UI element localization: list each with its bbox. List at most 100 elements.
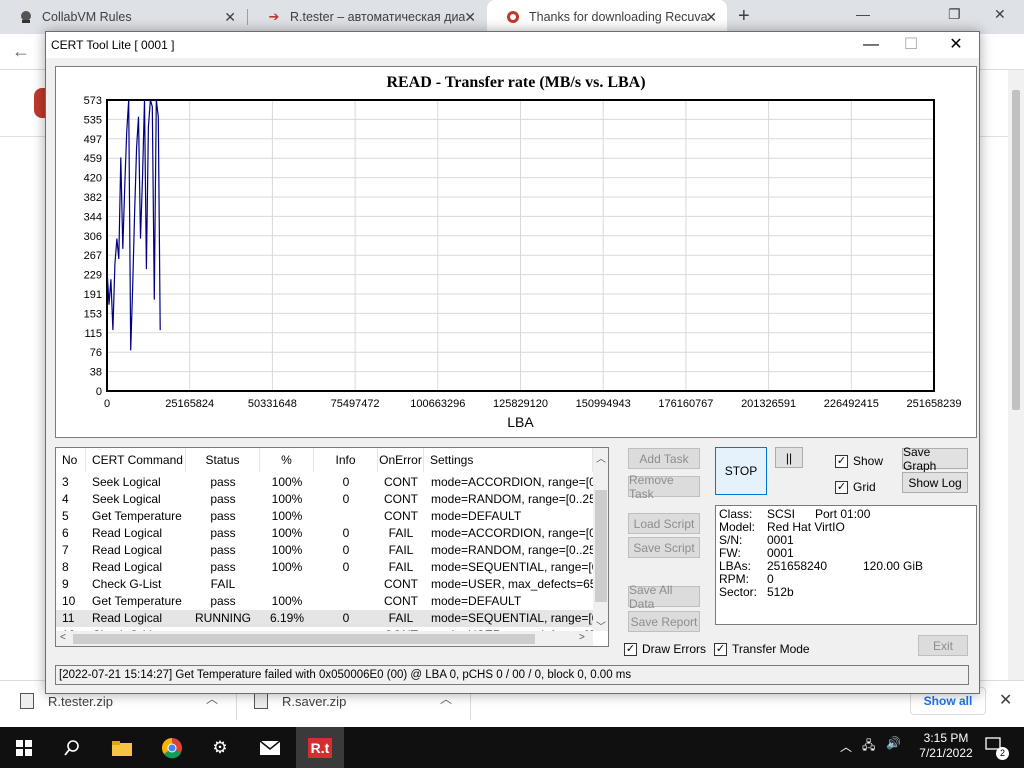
close-downloads-icon[interactable]: ✕ — [999, 690, 1012, 710]
table-horizontal-scrollbar[interactable]: < > — [56, 631, 593, 646]
col-header-percent[interactable]: % — [260, 448, 314, 472]
transfer-mode-label: Transfer Mode — [732, 642, 810, 656]
y-tick-label: 153 — [84, 308, 102, 320]
col-header-settings[interactable]: Settings — [424, 448, 593, 472]
cell-status: RUNNING — [195, 611, 251, 625]
cell-status: pass — [210, 509, 236, 523]
table-row[interactable]: 4 Seek Logical pass 100% 0 CONT mode=RANDOM, r… — [56, 491, 593, 508]
cell-status: pass — [210, 526, 236, 540]
col-header-onerror[interactable]: OnError — [378, 448, 424, 472]
clock[interactable]: 3:15 PM 7/21/2022 — [916, 731, 976, 761]
table-row[interactable]: 10 Get Temperature pass 100% CONT mode=DEFAUL… — [56, 593, 593, 610]
transfer-mode-checkbox[interactable]: ✓ Transfer Mode — [714, 642, 810, 656]
model-label: Model: — [719, 520, 756, 534]
checkbox-checked-icon[interactable]: ✓ — [835, 454, 848, 468]
restore-icon[interactable]: ❐ — [948, 6, 961, 23]
file-explorer-icon[interactable] — [98, 727, 146, 768]
table-row[interactable]: 9 Check G-List FAIL CONT mode=USER, max_defe… — [56, 576, 593, 593]
table-vertical-scrollbar[interactable]: ︿ ﹀ — [593, 448, 608, 633]
task-table[interactable]: No CERT Command Status % Info OnError Se… — [55, 447, 609, 647]
back-arrow-icon[interactable]: ← — [12, 41, 30, 62]
model-value: Red Hat VirtIO — [767, 520, 845, 534]
show-log-button[interactable]: Show Log — [902, 472, 968, 493]
scroll-up-icon[interactable]: ︿ — [596, 450, 606, 465]
col-header-no[interactable]: No — [56, 448, 86, 472]
chrome-icon[interactable] — [148, 727, 196, 768]
scroll-right-icon[interactable]: > — [579, 632, 585, 643]
new-tab-icon[interactable]: + — [738, 5, 750, 28]
remove-task-button[interactable]: Remove Task — [628, 473, 700, 501]
page-scrollbar[interactable] — [1008, 70, 1024, 680]
checkbox-checked-icon[interactable]: ✓ — [624, 642, 637, 656]
collabvm-icon — [18, 9, 34, 25]
close-tab-icon[interactable]: ✕ — [705, 9, 717, 26]
cell-info: 0 — [342, 543, 350, 557]
cell-pct: 100% — [271, 594, 303, 608]
save-graph-button[interactable]: Save Graph — [902, 445, 968, 473]
col-header-status[interactable]: Status — [186, 448, 260, 472]
download-filename: R.tester.zip — [48, 693, 114, 709]
close-tab-icon[interactable]: ✕ — [224, 9, 236, 26]
load-script-button[interactable]: Load Script — [628, 513, 700, 534]
scroll-down-icon[interactable]: ﹀ — [596, 618, 606, 633]
y-tick-label: 115 — [84, 328, 102, 340]
save-script-button[interactable]: Save Script — [628, 537, 700, 558]
cell-pct: 100% — [271, 526, 303, 540]
draw-errors-checkbox[interactable]: ✓ Draw Errors — [624, 642, 706, 656]
cell-cmd: Seek Logical — [92, 492, 161, 506]
cell-no: 7 — [62, 543, 69, 557]
save-all-data-button[interactable]: Save All Data — [628, 583, 700, 611]
close-tab-icon[interactable]: ✕ — [464, 9, 476, 26]
close-icon[interactable]: ✕ — [941, 34, 971, 56]
grid-checkbox[interactable]: ✓ Grid — [835, 480, 876, 494]
cell-pct: 100% — [271, 492, 303, 506]
cell-pct: 100% — [271, 543, 303, 557]
save-report-button[interactable]: Save Report — [628, 611, 700, 632]
cell-onerror: CONT — [384, 509, 418, 523]
x-tick-label: 25165824 — [165, 398, 214, 410]
cell-status: pass — [210, 475, 236, 489]
exit-button[interactable]: Exit — [918, 635, 968, 656]
table-row[interactable]: 6 Read Logical pass 100% 0 FAIL mode=ACCORDION… — [56, 525, 593, 542]
settings-gear-icon[interactable]: ⚙ — [196, 727, 244, 768]
minimize-icon[interactable]: — — [856, 6, 870, 22]
search-icon[interactable] — [48, 727, 96, 768]
volume-icon[interactable]: 🔊 — [886, 736, 901, 750]
close-icon[interactable]: ✕ — [994, 6, 1006, 23]
window-title: CERT Tool Lite [ 0001 ] — [51, 38, 175, 52]
scroll-left-icon[interactable]: < — [60, 632, 66, 643]
windows-start-icon[interactable] — [0, 727, 48, 768]
stop-button[interactable]: STOP — [715, 447, 767, 495]
table-row[interactable]: 8 Read Logical pass 100% 0 FAIL mode=SEQUENTIA… — [56, 559, 593, 576]
pause-button[interactable]: || — [775, 447, 803, 468]
mail-icon[interactable] — [246, 727, 294, 768]
col-header-cert-command[interactable]: CERT Command — [86, 448, 186, 472]
scroll-thumb[interactable] — [595, 490, 607, 602]
cell-settings: mode=ACCORDION, range=[0..25 — [431, 526, 593, 540]
port-value: Port 01:00 — [815, 507, 871, 521]
table-row[interactable]: 3 Seek Logical pass 100% 0 CONT mode=ACCORDION… — [56, 474, 593, 491]
cell-info: 0 — [342, 475, 350, 489]
cell-cmd: Read Logical — [92, 543, 163, 557]
table-row[interactable]: 7 Read Logical pass 100% 0 FAIL mode=RANDOM, r… — [56, 542, 593, 559]
cell-info: 0 — [342, 611, 350, 625]
checkbox-checked-icon[interactable]: ✓ — [714, 642, 727, 656]
table-row[interactable]: 5 Get Temperature pass 100% CONT mode=DEFAULT — [56, 508, 593, 525]
tab-recuva[interactable]: Thanks for downloading Recuva ✕ — [487, 0, 727, 34]
add-task-button[interactable]: Add Task — [628, 448, 700, 469]
show-checkbox[interactable]: ✓ Show — [835, 454, 883, 468]
table-row[interactable]: 11 Read Logical RUNNING 6.19% 0 FAIL mode=SEQU… — [56, 610, 593, 627]
col-header-info[interactable]: Info — [314, 448, 378, 472]
tab-rtester[interactable]: ➔ R.tester – автоматическая диаг ✕ — [248, 0, 486, 34]
scroll-thumb[interactable] — [73, 634, 535, 644]
rtester-taskbar-icon[interactable]: R.t — [296, 727, 344, 768]
sn-value: 0001 — [767, 533, 794, 547]
checkbox-checked-icon[interactable]: ✓ — [835, 480, 848, 494]
zip-file-icon — [20, 693, 34, 709]
minimize-icon[interactable]: — — [856, 34, 886, 56]
network-icon[interactable]: 🖧 — [862, 736, 875, 757]
chevron-up-icon[interactable]: ︿ — [840, 738, 852, 755]
clock-time: 3:15 PM — [923, 731, 969, 745]
tab-collabvm-rules[interactable]: CollabVM Rules ✕ — [0, 0, 246, 34]
x-tick-label: 125829120 — [493, 398, 548, 410]
